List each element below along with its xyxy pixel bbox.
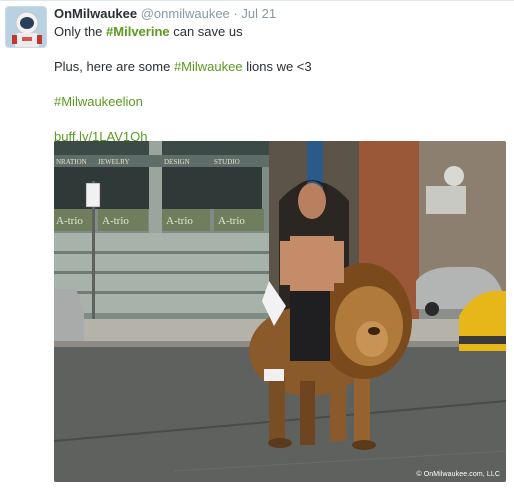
astronaut-avatar-icon [6,7,46,47]
tweet-line-1: Only the #Milverine can save us [54,23,504,41]
hashtag-milwaukee[interactable]: #Milwaukee [174,59,243,74]
lion-rider-photo: NRATION JEWELRY DESIGN STUDIO A-trio A-t… [54,141,506,482]
banner-jewelry-text: JEWELRY [98,158,130,166]
sign-atrio-4: A-trio [218,215,245,227]
tweet-header: OnMilwaukee @onmilwaukee · Jul 21 [54,5,504,23]
sign-atrio-2: A-trio [102,215,129,227]
banner-left-text: NRATION [56,158,87,166]
sign-atrio-1: A-trio [56,215,83,227]
sign-atrio-3: A-trio [166,215,193,227]
tweet-line-2: Plus, here are some #Milwaukee lions we … [54,58,504,76]
top-divider [0,0,514,1]
line1-prefix: Only the [54,24,107,39]
tweet-date[interactable]: Jul 21 [241,6,276,21]
tweet: OnMilwaukee @onmilwaukee · Jul 21 Only t… [54,5,504,146]
separator: · [233,6,238,21]
tweet-line-3: #Milwaukeelion [54,93,504,111]
avatar[interactable] [5,6,47,48]
user-handle[interactable]: @onmilwaukee [141,6,230,21]
photo-credit: © OnMilwaukee.com, LLC [416,471,500,478]
display-name[interactable]: OnMilwaukee [54,6,137,21]
banner-design-text: DESIGN [164,158,190,166]
line1-suffix: can save us [169,24,243,39]
banner-studio-text: STUDIO [214,158,240,166]
line2-suffix: lions we <3 [242,59,312,74]
hashtag-milwaukeelion[interactable]: #Milwaukeelion [54,94,143,109]
line2-prefix: Plus, here are some [54,59,174,74]
hashtag-milverine[interactable]: #Milverine [106,24,170,39]
tweet-photo[interactable]: NRATION JEWELRY DESIGN STUDIO A-trio A-t… [54,141,506,482]
